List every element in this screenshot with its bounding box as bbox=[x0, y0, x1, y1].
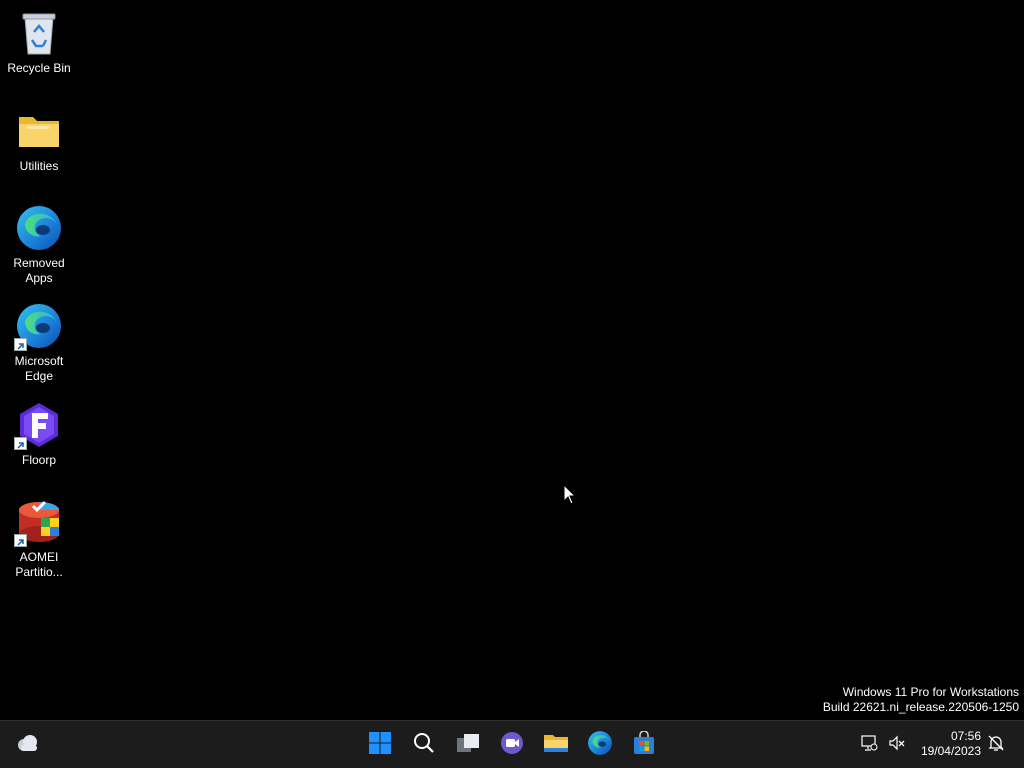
watermark-build: Build 22621.ni_release.220506-1250 bbox=[822, 700, 1019, 714]
desktop-icon-utilities[interactable]: Utilities bbox=[4, 106, 74, 174]
notification-icon bbox=[986, 733, 1006, 758]
store-button[interactable] bbox=[624, 725, 664, 765]
shortcut-arrow-icon bbox=[14, 338, 27, 351]
taskbar: 07:56 19/04/2023 bbox=[0, 720, 1024, 768]
weather-cloud-icon bbox=[15, 733, 41, 758]
shortcut-arrow-icon bbox=[14, 437, 27, 450]
edge-icon bbox=[14, 203, 64, 253]
edge-taskbar-button[interactable] bbox=[580, 725, 620, 765]
volume-muted-icon bbox=[888, 734, 906, 757]
volume-button[interactable] bbox=[888, 725, 906, 765]
edge-icon bbox=[14, 301, 64, 351]
windows-watermark: Windows 11 Pro for Workstations Build 22… bbox=[823, 685, 1019, 715]
desktop-icon-label: Floorp bbox=[21, 453, 56, 467]
floorp-icon bbox=[14, 400, 64, 450]
file-explorer-button[interactable] bbox=[536, 725, 576, 765]
folder-icon bbox=[14, 106, 64, 156]
edge-icon bbox=[587, 730, 613, 761]
desktop-icon-floorp[interactable]: Floorp bbox=[4, 400, 74, 468]
notification-button[interactable] bbox=[986, 725, 1006, 765]
mouse-cursor-icon bbox=[563, 483, 577, 511]
desktop-icon-label: Recycle Bin bbox=[7, 61, 71, 75]
start-icon bbox=[368, 731, 392, 760]
desktop-icon-removed-apps[interactable]: Removed Apps bbox=[4, 203, 74, 286]
file-explorer-icon bbox=[543, 732, 569, 759]
chat-icon bbox=[499, 730, 525, 761]
desktop-icon-label: Microsoft Edge bbox=[14, 354, 64, 383]
network-icon bbox=[860, 734, 878, 757]
recycle-bin-icon bbox=[14, 8, 64, 58]
search-button[interactable] bbox=[404, 725, 444, 765]
network-button[interactable] bbox=[860, 725, 878, 765]
task-view-button[interactable] bbox=[448, 725, 488, 765]
desktop-icon-aomei-partition[interactable]: AOMEI Partitio... bbox=[4, 497, 74, 580]
aomei-partition-icon bbox=[14, 497, 64, 547]
desktop-icon-label: Utilities bbox=[19, 159, 59, 173]
desktop: Recycle Bin Utilities Removed Apps Micro… bbox=[0, 0, 1024, 720]
store-icon bbox=[632, 729, 656, 760]
search-icon bbox=[412, 731, 436, 760]
watermark-edition: Windows 11 Pro for Workstations bbox=[842, 685, 1019, 699]
chat-button[interactable] bbox=[492, 725, 532, 765]
clock-date: 19/04/2023 bbox=[920, 744, 981, 758]
desktop-icon-label: AOMEI Partitio... bbox=[15, 550, 63, 579]
widgets-button[interactable] bbox=[8, 725, 48, 765]
clock-time: 07:56 bbox=[950, 729, 981, 743]
task-view-icon bbox=[455, 731, 481, 760]
clock[interactable]: 07:56 19/04/2023 bbox=[921, 729, 981, 759]
start-button[interactable] bbox=[360, 725, 400, 765]
shortcut-arrow-icon bbox=[14, 534, 27, 547]
desktop-icon-label: Removed Apps bbox=[13, 256, 65, 285]
desktop-icon-microsoft-edge[interactable]: Microsoft Edge bbox=[4, 301, 74, 384]
desktop-icon-recycle-bin[interactable]: Recycle Bin bbox=[4, 8, 74, 76]
